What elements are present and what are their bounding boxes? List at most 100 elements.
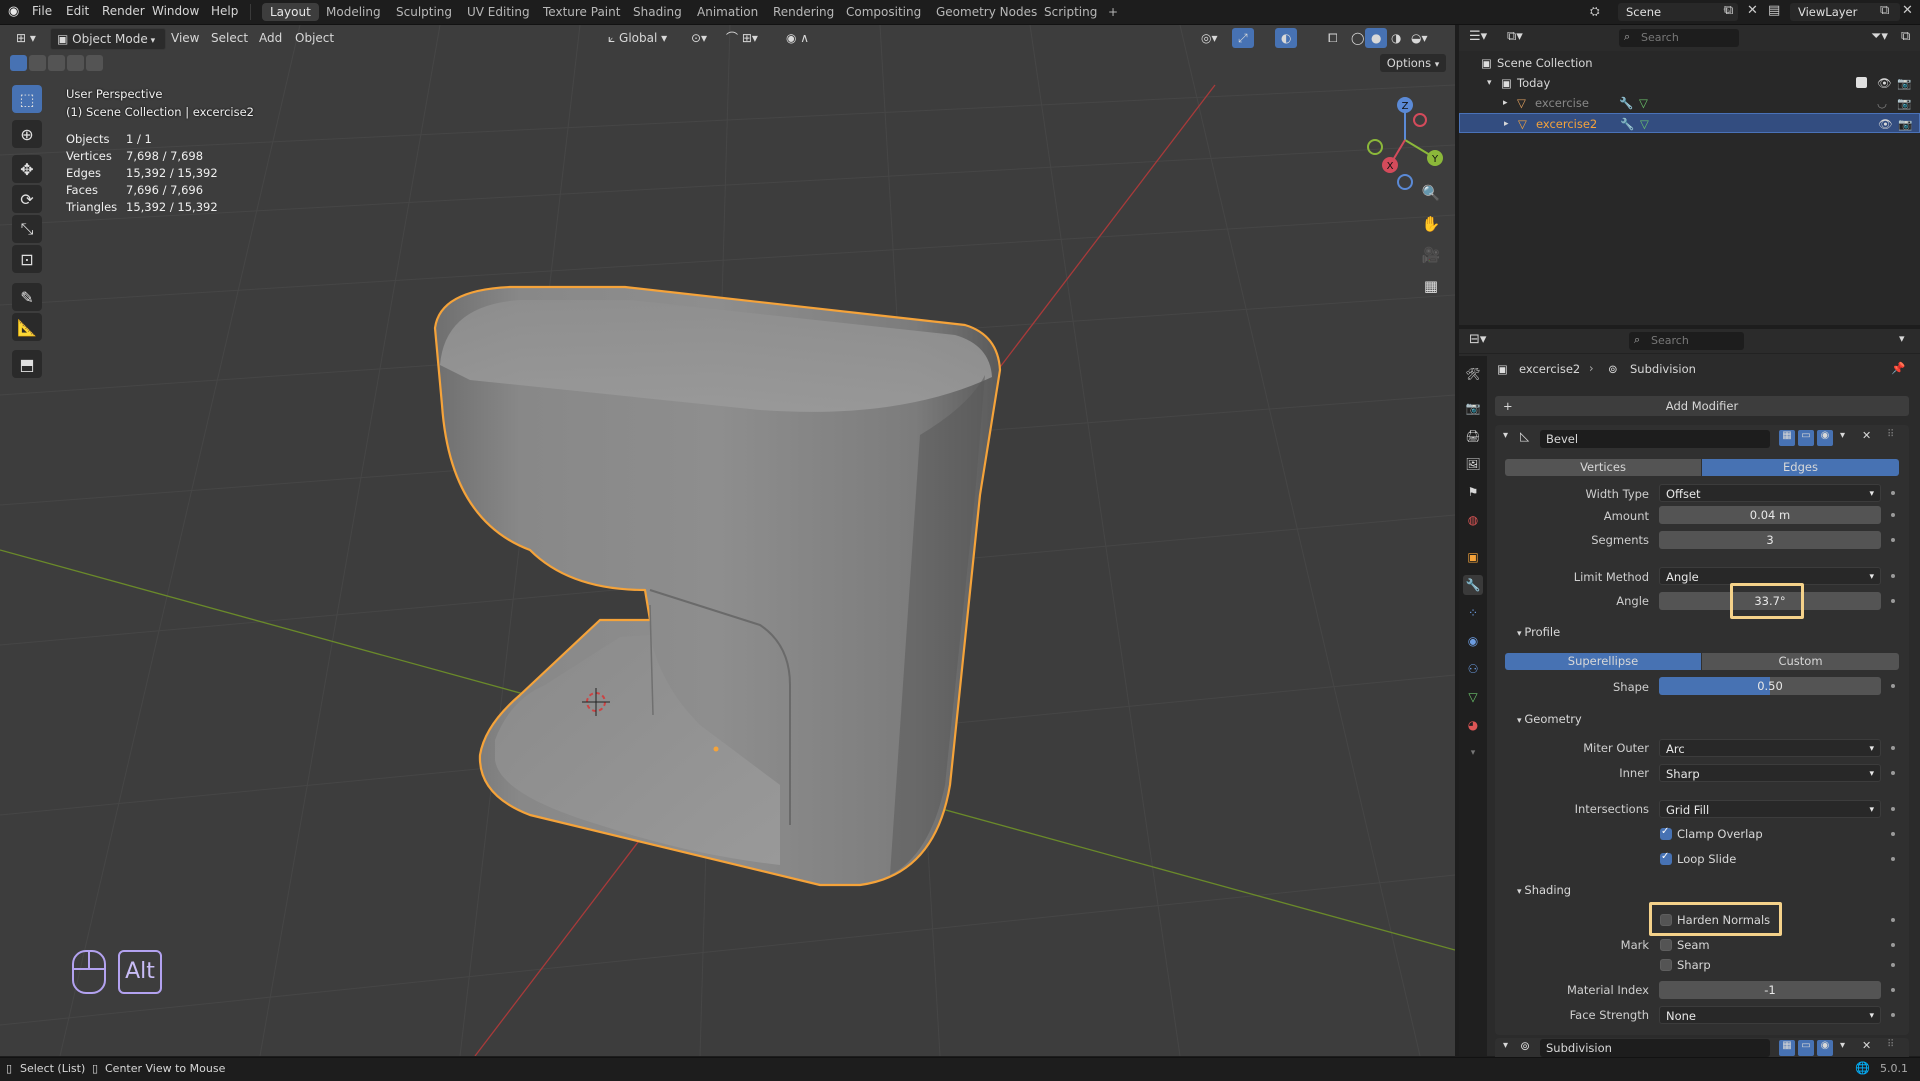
move-tool-icon[interactable]: ✥ — [12, 155, 42, 183]
width-type-dropdown[interactable]: Offset ▾ — [1659, 484, 1881, 502]
keyframe-dot[interactable] — [1891, 746, 1895, 750]
expand-arrow-icon[interactable]: ▾ — [1487, 73, 1492, 93]
close-icon[interactable]: ✕ — [1862, 429, 1871, 442]
outliner-editor-icon[interactable]: ☰▾ — [1469, 29, 1487, 44]
hidden-eye-icon[interactable]: ◡ — [1877, 93, 1887, 113]
select-invert-icon[interactable] — [67, 55, 84, 71]
transform-tool-icon[interactable]: ⊡ — [12, 245, 42, 273]
display-mode-icon[interactable]: ⧉▾ — [1507, 29, 1523, 44]
data-tab-icon[interactable]: ▽ — [1463, 687, 1483, 707]
shading-subpanel-header[interactable]: ▾ Shading — [1517, 883, 1571, 897]
modifier-tab-icon[interactable]: 🔧 — [1463, 575, 1483, 595]
menu-file[interactable]: File — [32, 4, 52, 18]
proportional-edit-icon[interactable]: ◉ ∧ — [780, 28, 815, 48]
overlay-toggle-icon[interactable]: ◐ — [1275, 28, 1298, 48]
cursor-tool-icon[interactable]: ⊕ — [12, 120, 42, 148]
visibility-icon[interactable]: ◎▾ — [1195, 28, 1224, 48]
tool-tab-icon[interactable]: 🛠 — [1463, 364, 1483, 384]
tab-compositing[interactable]: Compositing — [838, 3, 929, 21]
add-modifier-button[interactable]: + Add Modifier — [1495, 396, 1909, 416]
tab-modeling[interactable]: Modeling — [318, 3, 389, 21]
select-intersect-icon[interactable] — [86, 55, 103, 71]
camera-icon[interactable]: 📷 — [1898, 114, 1912, 134]
chevron-down-icon[interactable]: ▾ — [1840, 1040, 1845, 1051]
keyframe-dot[interactable] — [1891, 943, 1895, 947]
inner-dropdown[interactable]: Sharp ▾ — [1659, 764, 1881, 782]
keyframe-dot[interactable] — [1891, 807, 1895, 811]
add-workspace-button[interactable]: + — [1100, 3, 1126, 21]
select-mode-buttons[interactable] — [10, 55, 105, 71]
render-toggle-icon[interactable]: ◉ — [1817, 1040, 1833, 1056]
gizmo-toggle-icon[interactable]: ⤢ — [1232, 28, 1254, 48]
world-tab-icon[interactable]: ◍ — [1463, 510, 1483, 530]
expand-arrow-icon[interactable]: ▸ — [1503, 93, 1508, 113]
camera-view-icon[interactable]: 🎥 — [1417, 241, 1445, 269]
mode-dropdown[interactable]: ▣ Object Mode ▾ — [50, 28, 166, 50]
new-collection-icon[interactable]: ⧉ — [1901, 29, 1910, 44]
collapse-arrow-icon[interactable]: ▾ — [1503, 430, 1508, 441]
tab-shading[interactable]: Shading — [625, 3, 690, 21]
menu-edit[interactable]: Edit — [66, 4, 89, 18]
new-view-layer-icon[interactable]: ⧉ — [1880, 3, 1889, 18]
mesh-data-icon[interactable]: ▽ — [1639, 93, 1648, 113]
outliner-row-object[interactable]: ▸ ▽ excercise 🔧 ▽ ◡ 📷 — [1459, 93, 1920, 113]
menu-render[interactable]: Render — [102, 4, 145, 18]
select-box-icon[interactable] — [10, 55, 27, 71]
scene-type-icon[interactable]: ⛭ — [1590, 4, 1600, 19]
chevron-down-icon[interactable]: ▾ — [1840, 430, 1845, 441]
scene-tab-icon[interactable]: ⚑ — [1463, 482, 1483, 502]
properties-editor-icon[interactable]: ⊟▾ — [1469, 332, 1486, 347]
options-dropdown[interactable]: Options ▾ — [1380, 54, 1446, 72]
keyframe-dot[interactable] — [1891, 963, 1895, 967]
menu-window[interactable]: Window — [152, 4, 199, 18]
keyframe-dot[interactable] — [1891, 574, 1895, 578]
include-checkbox[interactable] — [1856, 77, 1867, 88]
output-tab-icon[interactable]: 🖨 — [1463, 426, 1483, 446]
bevel-name-field[interactable]: Bevel — [1540, 430, 1770, 448]
render-tab-icon[interactable]: 📷 — [1463, 398, 1483, 418]
pivot-icon[interactable]: ⊙▾ — [685, 28, 713, 48]
select-tool-icon[interactable]: ⬚ — [12, 85, 42, 113]
segments-field[interactable]: 3 — [1659, 531, 1881, 549]
outliner-row-scene-collection[interactable]: ▣ Scene Collection — [1459, 53, 1920, 73]
profile-subpanel-header[interactable]: ▾ Profile — [1517, 625, 1560, 639]
mark-seam-checkbox[interactable] — [1660, 939, 1672, 951]
profile-superellipse-button[interactable]: Superellipse — [1505, 653, 1701, 670]
3d-viewport[interactable]: ⊞ ▾ ▣ Object Mode ▾ View Select Add Obje… — [0, 25, 1455, 1056]
zoom-icon[interactable]: 🔍 — [1417, 179, 1445, 207]
keyframe-dot[interactable] — [1891, 1013, 1895, 1017]
modifier-wrench-icon[interactable]: 🔧 — [1619, 93, 1633, 113]
remove-scene-icon[interactable]: ✕ — [1747, 3, 1758, 18]
blender-logo-icon[interactable]: ◉ — [8, 4, 19, 19]
amount-field[interactable]: 0.04 m — [1659, 506, 1881, 524]
eye-icon[interactable]: 👁 — [1878, 114, 1893, 134]
pan-hand-icon[interactable]: ✋ — [1417, 210, 1445, 238]
xray-toggle-icon[interactable]: ⧠ — [1322, 28, 1344, 48]
drag-handle-icon[interactable]: ⠿ — [1887, 1039, 1894, 1050]
material-index-field[interactable]: -1 — [1659, 981, 1881, 999]
viewport-toggle-icon[interactable]: ▭ — [1798, 430, 1814, 446]
tab-geometry-nodes[interactable]: Geometry Nodes — [928, 3, 1045, 21]
menu-add[interactable]: Add — [253, 28, 288, 48]
chevron-down-icon[interactable]: ▾ — [1463, 743, 1483, 763]
drag-handle-icon[interactable]: ⠿ — [1887, 429, 1894, 440]
annotate-tool-icon[interactable]: ✎ — [12, 283, 42, 311]
keyframe-dot[interactable] — [1891, 771, 1895, 775]
remove-view-layer-icon[interactable]: ✕ — [1902, 3, 1913, 18]
filter-icon[interactable]: ⏷▾ — [1871, 29, 1888, 44]
camera-icon[interactable]: 📷 — [1897, 73, 1911, 93]
close-icon[interactable]: ✕ — [1862, 1039, 1871, 1052]
keyframe-dot[interactable] — [1891, 491, 1895, 495]
outliner-row-object-selected[interactable]: ▸ ▽ excercise2 🔧 ▽ 👁 📷 — [1459, 113, 1920, 133]
editor-type-icon[interactable]: ⊞ ▾ — [10, 28, 42, 48]
tab-uv-editing[interactable]: UV Editing — [459, 3, 538, 21]
keyframe-dot[interactable] — [1891, 918, 1895, 922]
select-extend-icon[interactable] — [29, 55, 46, 71]
subdivision-name-field[interactable]: Subdivision — [1540, 1039, 1770, 1057]
measure-tool-icon[interactable]: 📐 — [12, 313, 42, 341]
tab-texture-paint[interactable]: Texture Paint — [535, 3, 628, 21]
face-strength-dropdown[interactable]: None ▾ — [1659, 1006, 1881, 1024]
eye-icon[interactable]: 👁 — [1877, 73, 1892, 93]
tab-sculpting[interactable]: Sculpting — [388, 3, 460, 21]
rotate-tool-icon[interactable]: ⟳ — [12, 185, 42, 213]
